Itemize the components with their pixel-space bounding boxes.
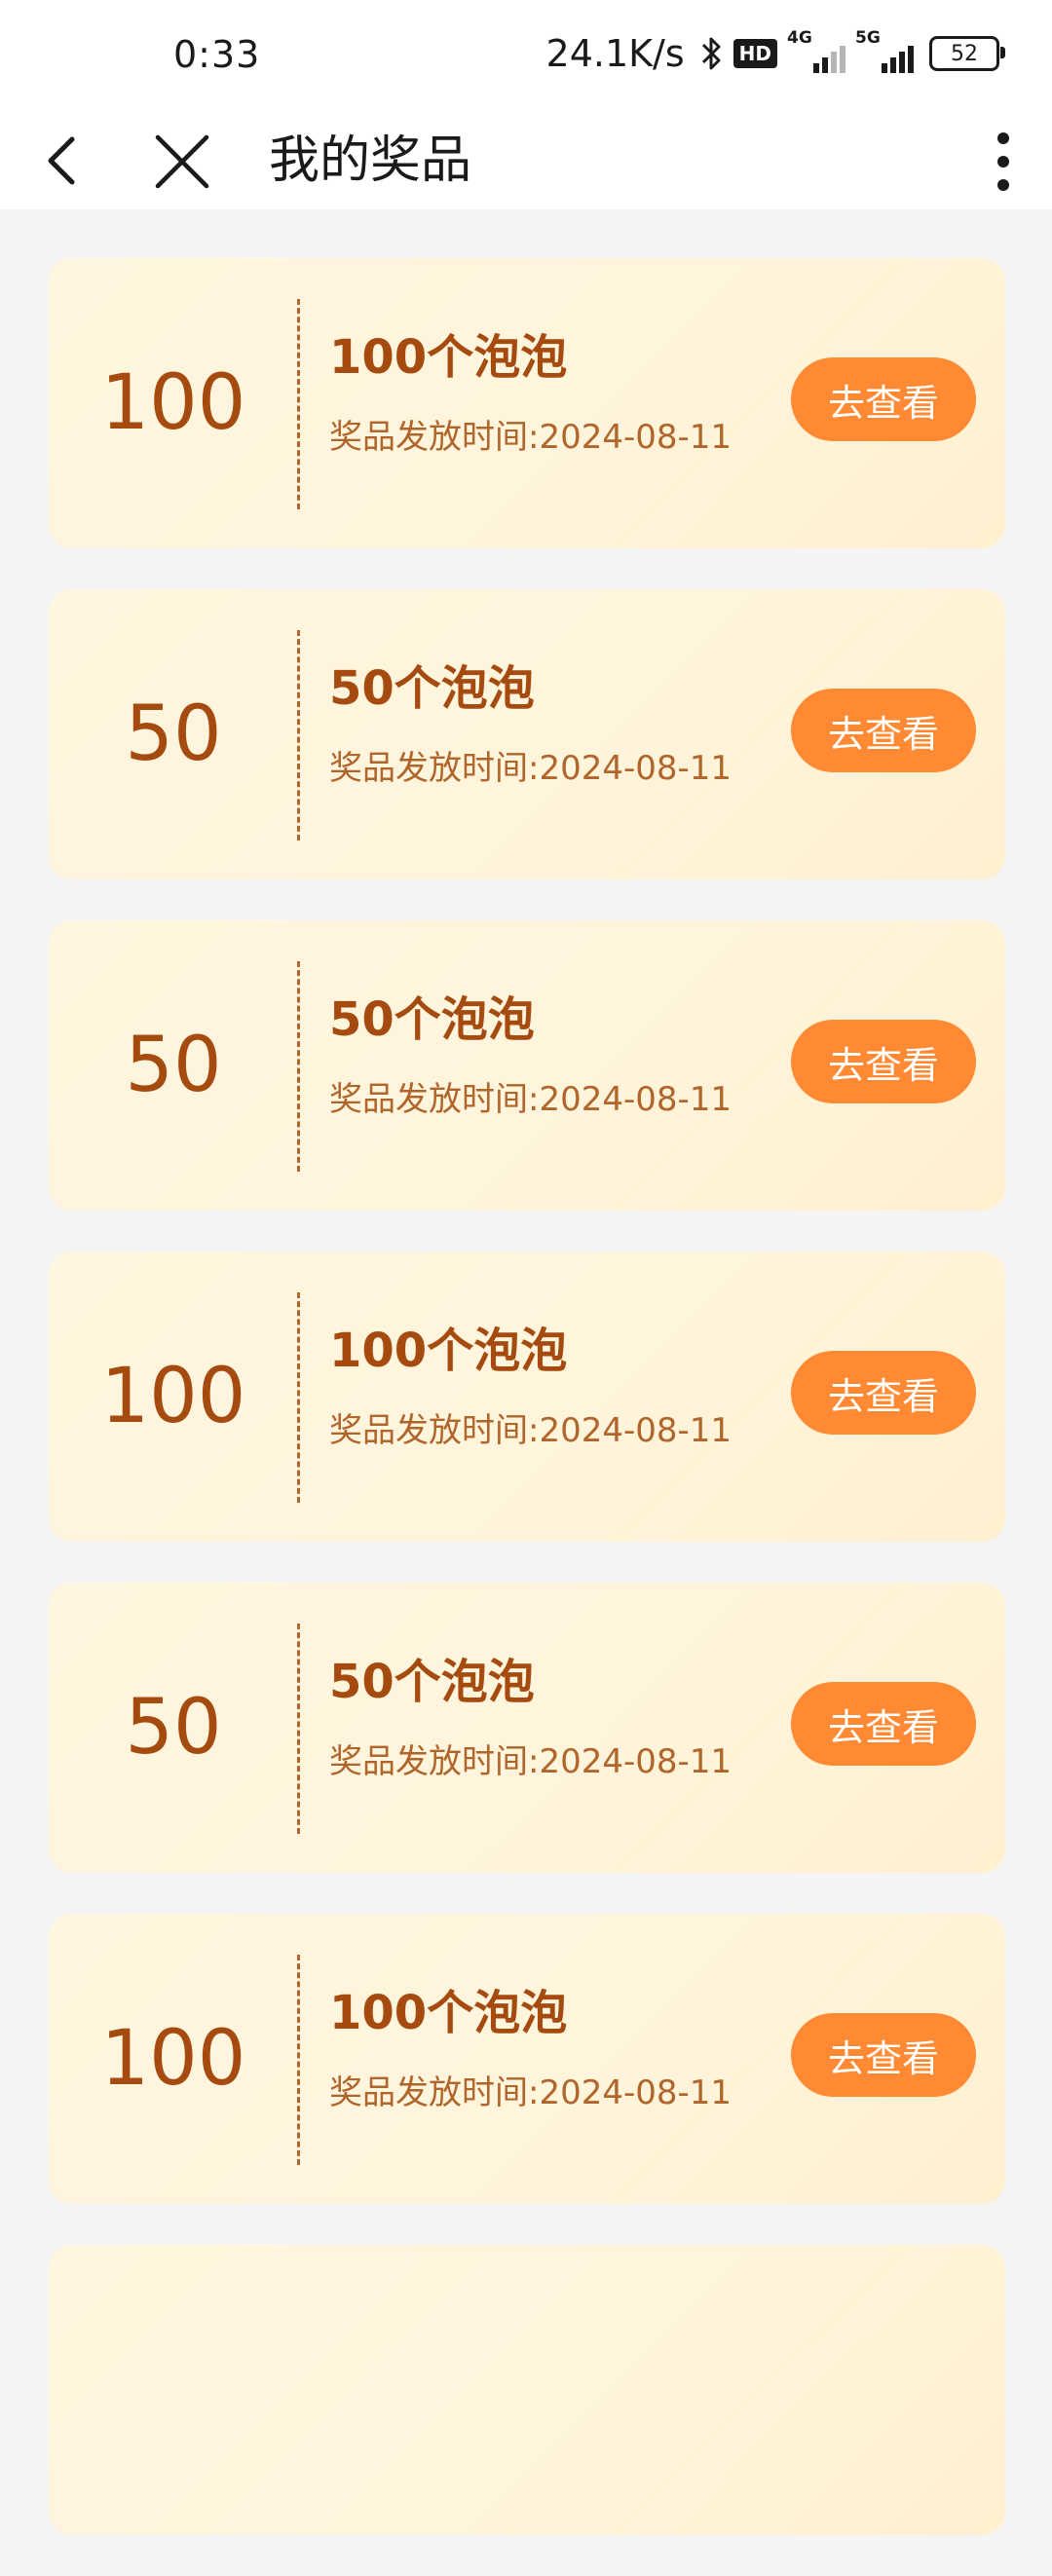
prize-card: 100 100个泡泡 奖品发放时间:2024-08-11 去查看: [49, 258, 1005, 548]
prize-name: 50个泡泡: [329, 1655, 535, 1709]
prize-name: 100个泡泡: [329, 330, 568, 385]
dashed-divider: [297, 1292, 300, 1503]
hd-voice-icon: HD: [733, 39, 777, 68]
close-icon: [155, 134, 209, 189]
prize-name: 100个泡泡: [329, 1324, 568, 1378]
close-button[interactable]: [152, 131, 212, 192]
prize-amount: 50: [125, 1022, 222, 1109]
prize-card: 50 50个泡泡 奖品发放时间:2024-08-11 去查看: [49, 1583, 1005, 1873]
battery-level: 52: [951, 41, 978, 66]
view-prize-button[interactable]: 去查看: [791, 1351, 976, 1435]
prize-issue-time: 奖品发放时间:2024-08-11: [329, 2073, 733, 2112]
prize-issue-time: 奖品发放时间:2024-08-11: [329, 1080, 733, 1119]
signal-4g-label: 4G: [787, 28, 812, 48]
prize-card: 100 100个泡泡 奖品发放时间:2024-08-11 去查看: [49, 1251, 1005, 1542]
signal-4g-icon: 4G: [787, 28, 845, 75]
prize-card-partial: [49, 2245, 1005, 2535]
bluetooth-icon: [700, 34, 724, 73]
view-prize-button[interactable]: 去查看: [791, 357, 976, 441]
back-arrow-icon: [48, 136, 75, 185]
prize-amount: 50: [125, 691, 222, 778]
prize-issue-time: 奖品发放时间:2024-08-11: [329, 418, 733, 457]
prize-issue-time: 奖品发放时间:2024-08-11: [329, 749, 733, 788]
prize-name: 50个泡泡: [329, 992, 535, 1047]
dashed-divider: [297, 299, 300, 509]
prize-amount: 100: [100, 1353, 246, 1440]
prize-amount: 100: [100, 359, 246, 447]
nav-bar: 我的奖品: [0, 112, 1052, 209]
prize-amount: [49, 2245, 298, 2535]
status-bar: 0:33 24.1K/s HD 4G 5G 52: [0, 0, 1052, 112]
view-prize-button[interactable]: 去查看: [791, 1682, 976, 1766]
view-prize-button[interactable]: 去查看: [791, 2013, 976, 2097]
dashed-divider: [297, 1624, 300, 1834]
more-options-button[interactable]: [984, 126, 1023, 196]
prize-name: 50个泡泡: [329, 661, 535, 716]
prize-amount: 50: [125, 1684, 222, 1772]
battery-icon: 52: [929, 36, 1005, 71]
prize-list: 100 100个泡泡 奖品发放时间:2024-08-11 去查看 50 50个泡…: [49, 258, 1005, 2576]
prize-card: 100 100个泡泡 奖品发放时间:2024-08-11 去查看: [49, 1914, 1005, 2204]
prize-name: 100个泡泡: [329, 1986, 568, 2040]
dashed-divider: [297, 630, 300, 840]
network-speed: 24.1K/s: [545, 32, 685, 75]
prize-amount: 100: [100, 2015, 246, 2103]
prize-issue-time: 奖品发放时间:2024-08-11: [329, 1411, 733, 1450]
view-prize-button[interactable]: 去查看: [791, 1020, 976, 1103]
prize-card: 50 50个泡泡 奖品发放时间:2024-08-11 去查看: [49, 589, 1005, 879]
more-vertical-icon: [997, 132, 1009, 191]
dashed-divider: [297, 961, 300, 1172]
status-indicators: 24.1K/s HD 4G 5G 52: [545, 28, 1005, 78]
prize-issue-time: 奖品发放时间:2024-08-11: [329, 1742, 733, 1781]
dashed-divider: [297, 1955, 300, 2165]
status-time: 0:33: [173, 33, 261, 76]
view-prize-button[interactable]: 去查看: [791, 689, 976, 772]
signal-5g-label: 5G: [855, 28, 881, 48]
prize-card: 50 50个泡泡 奖品发放时间:2024-08-11 去查看: [49, 920, 1005, 1211]
page-title: 我的奖品: [269, 131, 472, 190]
back-button[interactable]: [37, 131, 95, 190]
signal-5g-icon: 5G: [855, 28, 914, 75]
